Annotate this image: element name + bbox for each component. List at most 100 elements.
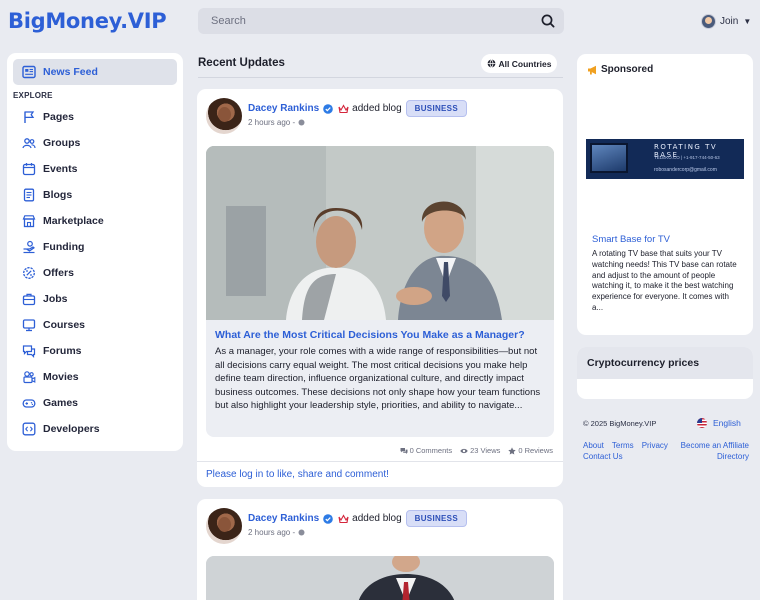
sidebar-item-groups[interactable]: Groups <box>22 134 80 152</box>
sidebar-item-label: Offers <box>43 267 74 279</box>
feed-title: Recent Updates <box>198 57 285 69</box>
author-avatar[interactable] <box>206 508 242 544</box>
sponsored-widget: Sponsored ROTATING TV BASE TELEKO.CO | +… <box>577 54 753 335</box>
post-timestamp: 2 hours ago - <box>248 528 296 537</box>
star-icon <box>508 446 517 454</box>
gamepad-icon <box>22 399 36 408</box>
sidebar-item-games[interactable]: Games <box>22 394 78 412</box>
us-flag-icon <box>697 418 707 428</box>
sidebar-item-label: Blogs <box>43 189 73 201</box>
post-action-text: added blog <box>352 513 402 524</box>
post-header: Dacey Rankins added blog BUSINESS <box>248 510 467 527</box>
sidebar-item-pages[interactable]: Pages <box>22 108 74 126</box>
sidebar-item-label: Movies <box>43 371 79 383</box>
author-name-link[interactable]: Dacey Rankins <box>248 103 319 114</box>
country-filter-button[interactable]: All Countries <box>481 54 557 73</box>
footer-link-contact[interactable]: Contact Us <box>583 452 623 461</box>
sidebar-item-marketplace[interactable]: Marketplace <box>22 212 104 230</box>
comments-icon <box>400 447 408 454</box>
post-card: Dacey Rankins added blog BUSINESS 2 hour… <box>197 499 563 600</box>
category-badge[interactable]: BUSINESS <box>405 510 467 527</box>
chevron-down-icon: ▼ <box>743 16 752 26</box>
join-label: Join <box>720 15 739 27</box>
site-logo[interactable]: BigMoney.VIP <box>8 9 167 33</box>
crypto-widget: Cryptocurrency prices <box>577 347 753 399</box>
sponsored-heading: Sponsored <box>587 64 653 75</box>
news-feed-icon <box>22 65 36 79</box>
author-name-link[interactable]: Dacey Rankins <box>248 513 319 524</box>
article-preview[interactable]: What Are the Most Critical Decisions You… <box>206 146 554 437</box>
crypto-title: Cryptocurrency prices <box>587 357 700 369</box>
tv-graphic <box>590 143 628 173</box>
article-excerpt: As a manager, your role comes with a wid… <box>215 346 541 411</box>
flag-icon <box>24 111 35 123</box>
crown-icon <box>338 513 349 523</box>
footer-links: About Terms Privacy Become an Affiliate Con… <box>583 440 749 462</box>
store-icon <box>22 215 36 228</box>
footer-link-affiliate[interactable]: Become an Affiliate <box>681 440 749 451</box>
sidebar-item-offers[interactable]: Offers <box>22 264 74 282</box>
funding-icon <box>23 240 35 254</box>
search-icon[interactable] <box>540 13 556 29</box>
ad-banner-phone: TELEKO.CO | +1-917-744-50-63 <box>654 155 720 160</box>
post-time: 2 hours ago - <box>248 118 305 127</box>
post-time: 2 hours ago - <box>248 528 305 537</box>
sidebar-item-label: Courses <box>43 319 86 331</box>
ad-description: A rotating TV base that suits your TV wa… <box>592 249 737 312</box>
footer-link-directory[interactable]: Directory <box>717 451 749 462</box>
crown-icon <box>338 103 349 113</box>
language-label: English <box>713 418 741 428</box>
eye-icon <box>460 448 468 453</box>
user-avatar-icon <box>701 13 716 29</box>
copyright: © 2025 BigMoney.VIP <box>583 419 657 428</box>
post-header: Dacey Rankins added blog BUSINESS <box>248 100 467 117</box>
views-count: 23 Views <box>460 446 500 455</box>
article-title-link[interactable]: What Are the Most Critical Decisions You… <box>215 329 525 341</box>
sidebar-item-movies[interactable]: Movies <box>22 368 79 386</box>
public-globe-icon <box>298 119 305 126</box>
reviews-count[interactable]: 0 Reviews <box>508 446 553 455</box>
sidebar: News Feed EXPLORE Pages Groups Events Bl… <box>7 53 183 451</box>
forum-icon <box>22 345 36 358</box>
sidebar-item-developers[interactable]: Developers <box>22 420 100 438</box>
sidebar-item-label: Developers <box>43 423 100 435</box>
comments-count[interactable]: 0 Comments <box>400 446 452 455</box>
crypto-header: Cryptocurrency prices <box>577 347 753 379</box>
category-badge[interactable]: BUSINESS <box>405 100 467 117</box>
divider <box>197 461 563 462</box>
search-input[interactable]: Search <box>198 8 564 34</box>
post-card: Dacey Rankins added blog BUSINESS 2 hour… <box>197 89 563 487</box>
public-globe-icon <box>298 529 305 536</box>
article-image <box>206 146 554 320</box>
megaphone-icon <box>588 65 596 74</box>
sidebar-item-jobs[interactable]: Jobs <box>22 290 68 308</box>
sidebar-item-funding[interactable]: Funding <box>22 238 84 256</box>
sidebar-item-courses[interactable]: Courses <box>22 316 85 334</box>
sidebar-item-news-feed[interactable]: News Feed <box>13 59 177 85</box>
sidebar-item-label: News Feed <box>43 66 98 78</box>
course-icon <box>22 319 36 332</box>
ad-title-link[interactable]: Smart Base for TV <box>592 234 670 245</box>
footer-link-terms[interactable]: Terms <box>612 441 634 450</box>
ad-banner-image[interactable]: ROTATING TV BASE TELEKO.CO | +1-917-744-… <box>586 139 744 179</box>
globe-icon <box>487 59 495 68</box>
sidebar-item-events[interactable]: Events <box>22 160 77 178</box>
sidebar-item-label: Pages <box>43 111 74 123</box>
post-stats: 0 Comments 23 Views 0 Reviews <box>392 446 553 455</box>
author-avatar[interactable] <box>206 98 242 134</box>
post-timestamp: 2 hours ago - <box>248 118 296 127</box>
sidebar-item-label: Funding <box>43 241 85 253</box>
join-menu[interactable]: Join ▼ <box>701 12 751 30</box>
footer-link-privacy[interactable]: Privacy <box>642 441 668 450</box>
sidebar-item-label: Groups <box>43 137 81 149</box>
sidebar-item-blogs[interactable]: Blogs <box>22 186 72 204</box>
article-image[interactable] <box>206 556 554 600</box>
sidebar-item-forums[interactable]: Forums <box>22 342 82 360</box>
top-bar: BigMoney.VIP Search Join ▼ <box>0 0 760 41</box>
language-selector[interactable]: English <box>697 418 741 428</box>
country-filter-label: All Countries <box>498 58 552 69</box>
sidebar-item-label: Marketplace <box>43 215 104 227</box>
post-action-text: added blog <box>352 103 402 114</box>
footer-link-about[interactable]: About <box>583 441 604 450</box>
login-prompt-link[interactable]: Please log in to like, share and comment… <box>206 469 389 480</box>
